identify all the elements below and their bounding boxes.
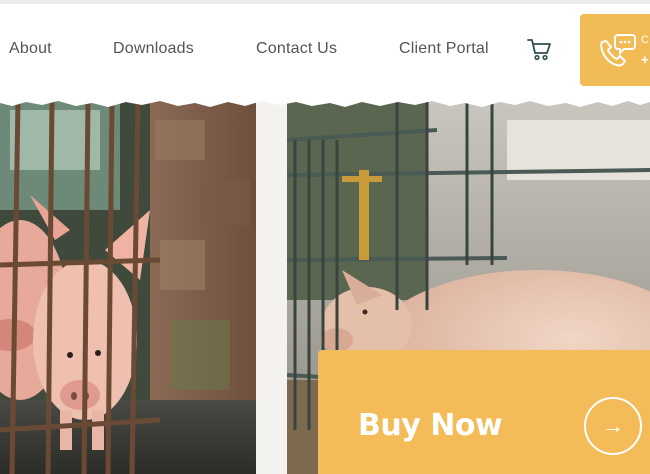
photo-gap [256,100,287,474]
phone-chat-icon [596,32,636,68]
nav-about[interactable]: About [9,40,52,58]
call-label: C [641,34,649,46]
site-header: About Downloads Contact Us Client Portal… [0,4,650,100]
nav-downloads[interactable]: Downloads [113,40,194,58]
buy-now-button[interactable]: Buy Now → [318,350,650,474]
nav-contact-us[interactable]: Contact Us [256,40,337,58]
call-contact-button[interactable]: C + [580,14,650,86]
piglets-photo [0,100,256,474]
call-number: + [641,52,649,67]
buy-now-label: Buy Now [358,408,503,443]
shopping-cart-icon[interactable] [526,36,552,62]
arrow-right-icon[interactable]: → [584,397,642,455]
torn-edge [0,96,650,107]
nav-client-portal[interactable]: Client Portal [399,40,489,58]
